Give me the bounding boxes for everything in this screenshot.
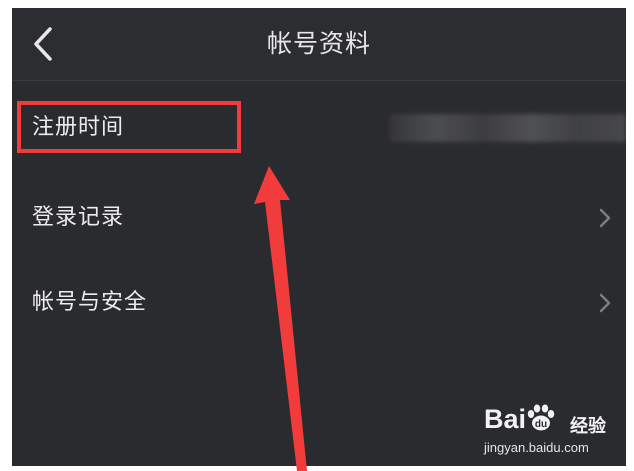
watermark-brand: Bai du	[484, 404, 556, 435]
row-label: 登录记录	[32, 205, 125, 230]
row-label: 注册时间	[32, 115, 125, 140]
row-label: 帐号与安全	[32, 290, 148, 315]
baidu-jingyan-watermark: Bai du 经验 jingyan.baidu.com	[484, 400, 624, 462]
watermark-suffix: 经验	[570, 416, 606, 437]
chevron-right-icon	[599, 293, 611, 313]
svg-text:du: du	[535, 419, 547, 430]
list-item-account-security[interactable]: 帐号与安全	[12, 261, 626, 345]
watermark-url: jingyan.baidu.com	[484, 440, 589, 455]
chevron-right-icon	[599, 208, 611, 228]
register-time-value-blurred	[390, 114, 626, 142]
phone-screen: 帐号资料 注册时间 登录记录 帐号与安全	[12, 8, 626, 466]
list-item-login-records[interactable]: 登录记录	[12, 176, 626, 260]
paw-icon: du	[527, 404, 555, 431]
page-title: 帐号资料	[266, 29, 371, 58]
navigation-bar: 帐号资料	[12, 8, 626, 81]
